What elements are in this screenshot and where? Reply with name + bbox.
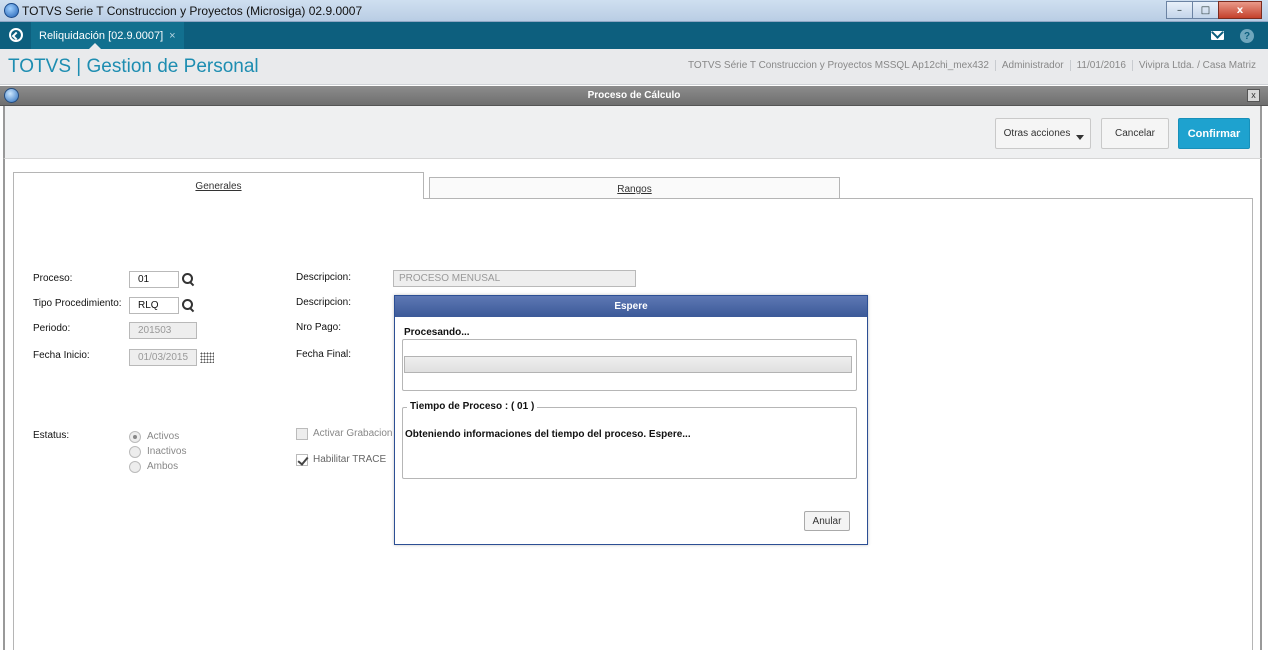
estatus-activos-radio[interactable]	[129, 431, 141, 443]
activar-grabacion-checkbox[interactable]	[296, 428, 308, 440]
estatus-inactivos-radio[interactable]	[129, 446, 141, 458]
app-header: TOTVS | Gestion de Personal TOTVS Série …	[0, 49, 1268, 85]
tab-close-icon[interactable]: ×	[169, 30, 175, 42]
current-date: 11/01/2016	[1069, 60, 1132, 71]
espere-modal: Espere Procesando... Tiempo de Proceso :…	[394, 295, 868, 545]
estatus-label: Estatus:	[33, 430, 70, 441]
estatus-activos-label: Activos	[147, 431, 180, 442]
fecha-final-label: Fecha Final:	[296, 349, 352, 360]
proceso-input[interactable]: 01	[129, 271, 179, 288]
tab-generales[interactable]: Generales	[13, 172, 424, 199]
proceso-label: Proceso:	[33, 273, 73, 284]
procesando-label: Procesando...	[402, 327, 473, 338]
modal-title: Espere	[395, 296, 867, 317]
mail-icon[interactable]	[1211, 31, 1224, 40]
help-icon[interactable]: ?	[1240, 29, 1254, 43]
periodo-label: Periodo:	[33, 323, 71, 334]
page-title: TOTVS | Gestion de Personal	[8, 56, 259, 77]
fecha-inicio-input[interactable]: 01/03/2015	[129, 349, 197, 366]
tiempo-legend: Tiempo de Proceso : ( 01 )	[407, 401, 538, 412]
environment-info: TOTVS Série T Construccion y Proyectos M…	[688, 60, 989, 71]
anular-button[interactable]: Anular	[804, 511, 850, 531]
company-branch: Vivipra Ltda. / Casa Matriz	[1131, 60, 1262, 71]
tab-rangos[interactable]: Rangos	[429, 177, 840, 198]
tab-rangos-label: Rangos	[617, 184, 652, 195]
header-info: TOTVS Série T Construccion y Proyectos M…	[682, 60, 1262, 71]
habilitar-trace-checkbox[interactable]	[296, 454, 308, 466]
nro-pago-label: Nro Pago:	[296, 322, 342, 333]
tiempo-message: Obteniendo informaciones del tiempo del …	[405, 429, 691, 440]
app-logo-icon	[4, 3, 19, 18]
habilitar-trace-label: Habilitar TRACE	[313, 454, 387, 465]
user-name: Administrador	[994, 60, 1070, 71]
periodo-input[interactable]: 201503	[129, 322, 197, 339]
search-icon[interactable]	[182, 273, 194, 285]
app-tabstrip: Reliquidación [02.9.0007] × ?	[0, 22, 1268, 49]
otras-acciones-button[interactable]: Otras acciones	[995, 118, 1091, 149]
progress-bar	[404, 356, 852, 373]
maximize-button[interactable]: □	[1192, 1, 1219, 19]
tab-reliquidacion[interactable]: Reliquidación [02.9.0007] ×	[31, 22, 184, 49]
tab-label: Reliquidación [02.9.0007]	[39, 29, 164, 42]
chevron-down-icon	[1076, 135, 1084, 140]
tab-generales-label: Generales	[195, 181, 242, 192]
minimize-button[interactable]: –	[1166, 1, 1193, 19]
dialog-close-button[interactable]: x	[1247, 89, 1260, 102]
dialog-title: Proceso de Cálculo	[587, 90, 681, 101]
descripcion-2-label: Descripcion:	[296, 297, 352, 308]
window-title: TOTVS Serie T Construccion y Proyectos (…	[22, 4, 363, 18]
otras-acciones-label: Otras acciones	[1003, 128, 1071, 139]
tipo-procedimiento-input[interactable]: RLQ	[129, 297, 179, 314]
cancel-button[interactable]: Cancelar	[1101, 118, 1169, 149]
estatus-ambos-radio[interactable]	[129, 461, 141, 473]
estatus-inactivos-label: Inactivos	[147, 446, 187, 457]
window-titlebar: TOTVS Serie T Construccion y Proyectos (…	[0, 0, 1268, 22]
fecha-inicio-label: Fecha Inicio:	[33, 350, 90, 361]
tipo-procedimiento-label: Tipo Procedimiento:	[33, 298, 122, 309]
confirm-button[interactable]: Confirmar	[1178, 118, 1250, 149]
descripcion-input[interactable]: PROCESO MENUSAL	[393, 270, 636, 287]
calendar-icon[interactable]	[200, 352, 214, 363]
home-icon[interactable]	[9, 28, 23, 42]
activar-grabacion-label: Activar Grabacion	[313, 428, 393, 439]
descripcion-label: Descripcion:	[296, 272, 352, 283]
window-controls: – □ x	[1166, 1, 1262, 19]
search-icon[interactable]	[182, 299, 194, 311]
estatus-ambos-label: Ambos	[147, 461, 179, 472]
close-window-button[interactable]: x	[1218, 1, 1262, 19]
dialog-toolbar: Otras acciones Cancelar Confirmar	[3, 106, 1262, 159]
tiempo-group	[402, 407, 857, 479]
dialog-titlebar: Proceso de Cálculo x	[0, 86, 1268, 106]
